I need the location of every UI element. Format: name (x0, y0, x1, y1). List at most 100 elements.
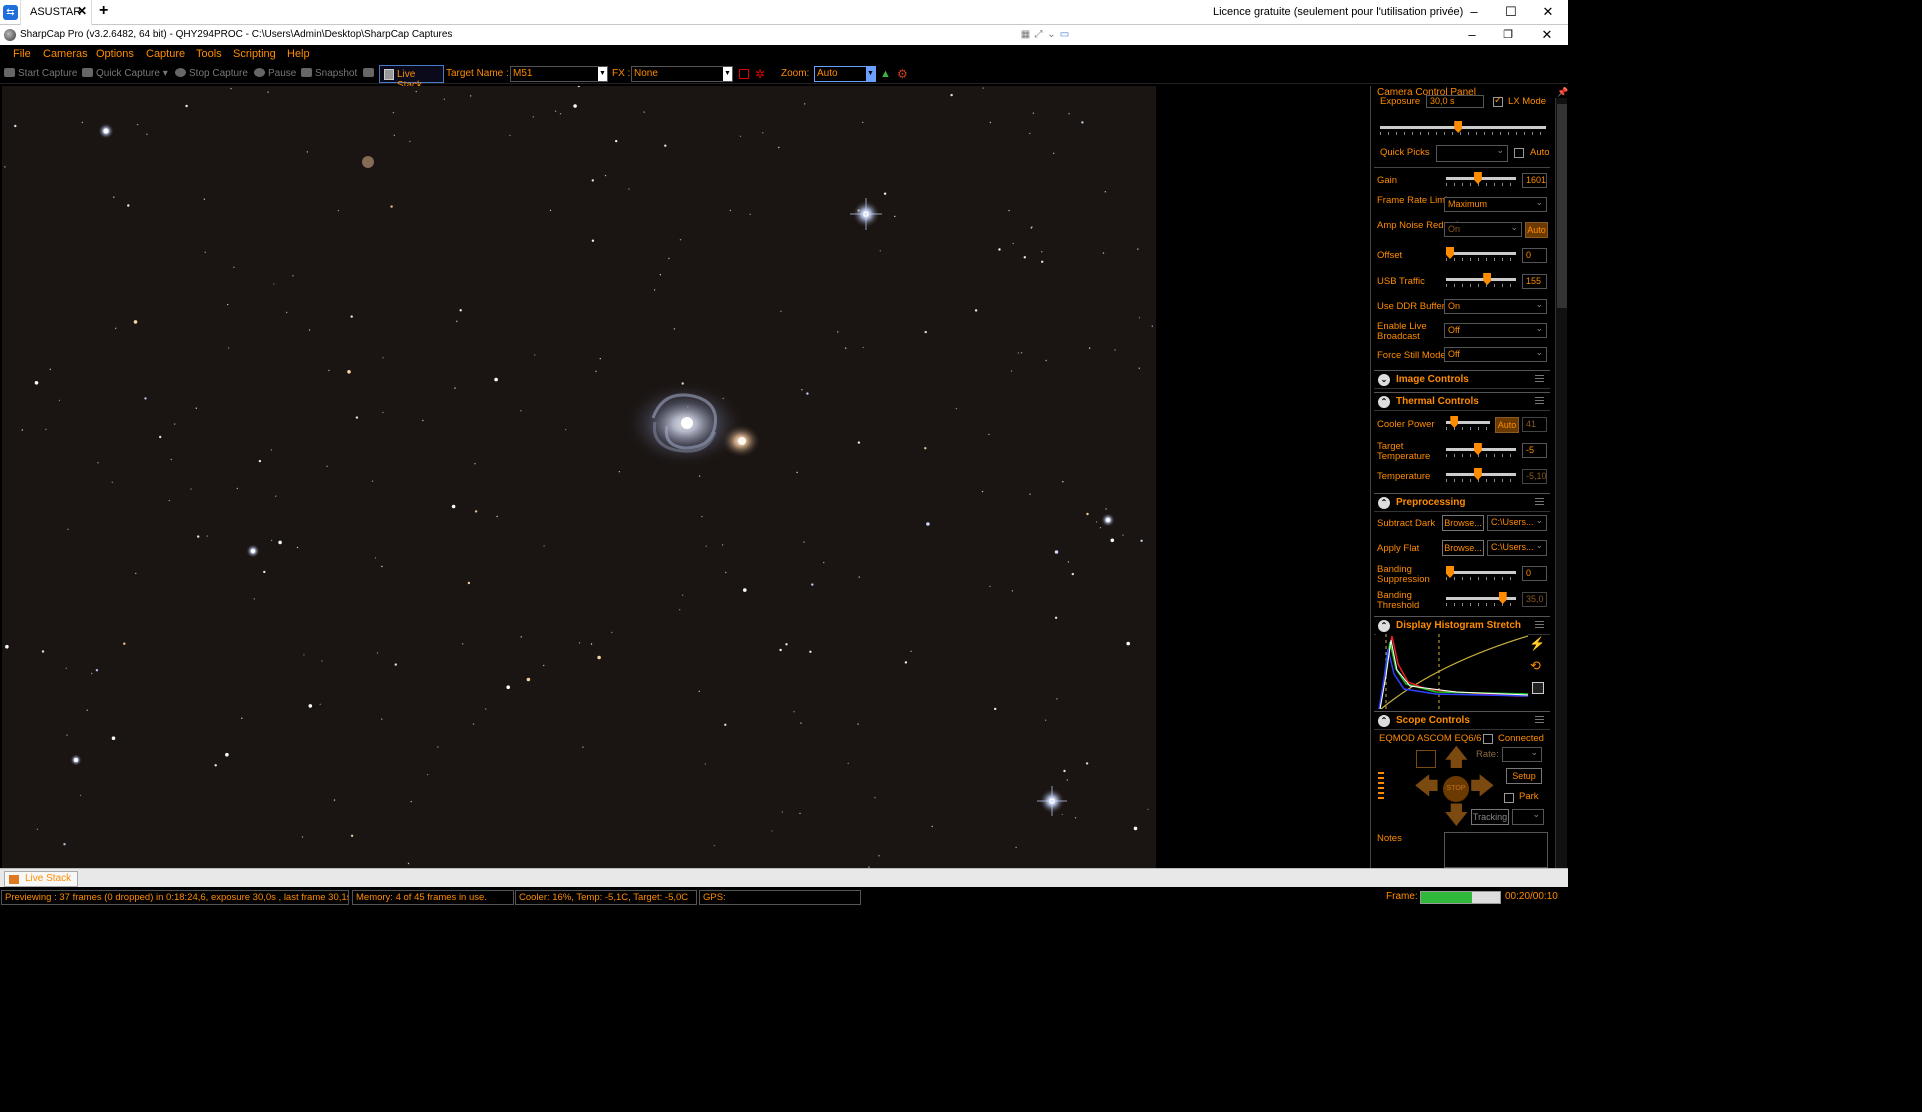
menu-options[interactable]: Options (96, 48, 134, 60)
menu-help[interactable]: Help (287, 48, 310, 60)
chevron-down-icon[interactable]: ▼ (723, 67, 732, 81)
connected-checkbox[interactable] (1483, 734, 1493, 744)
banding-threshold-slider[interactable] (1446, 592, 1516, 606)
exposure-slider[interactable] (1380, 121, 1546, 135)
banding-suppression-value[interactable]: 0 (1522, 566, 1547, 581)
target-name-combo[interactable]: M51 ▼ (510, 66, 608, 82)
park-checkbox[interactable] (1504, 793, 1514, 803)
chevron-up-icon[interactable]: ⌃ (1378, 715, 1390, 727)
menu-icon[interactable] (1535, 498, 1544, 507)
menu-cameras[interactable]: Cameras (43, 48, 88, 60)
live-stack-button[interactable]: Live Stack (379, 65, 444, 91)
quick-picks-select[interactable] (1436, 144, 1508, 162)
scope-controls-header[interactable]: ⌃ Scope Controls (1374, 711, 1550, 730)
panel-scrollbar[interactable] (1555, 98, 1567, 868)
chevron-down-icon[interactable]: ⌄ (1046, 29, 1057, 40)
grid-icon[interactable]: ▦ (1020, 29, 1031, 40)
app-minimize-icon[interactable]: – (1462, 26, 1482, 44)
thermal-controls-header[interactable]: ⌃ Thermal Controls (1374, 392, 1550, 411)
subtract-dark-path[interactable]: C:\Users... (1487, 514, 1547, 531)
crosshair-icon[interactable]: ✲ (755, 67, 765, 81)
chevron-down-icon[interactable]: ⌄ (1378, 374, 1390, 386)
offset-slider[interactable] (1446, 247, 1516, 261)
cooler-power-auto-button[interactable]: Auto (1495, 417, 1519, 433)
tracking-select[interactable] (1512, 808, 1544, 825)
notes-textarea[interactable] (1444, 832, 1548, 868)
ddr-buffer-select[interactable]: On (1444, 298, 1547, 314)
snapshot-button[interactable]: Snapshot (301, 68, 357, 79)
menu-icon[interactable] (1535, 621, 1544, 630)
add-tab-icon[interactable]: + (99, 2, 108, 20)
image-controls-header[interactable]: ⌄ Image Controls (1374, 370, 1550, 389)
reticule-icon[interactable] (739, 69, 749, 79)
app-close-icon[interactable]: ✕ (1537, 26, 1557, 44)
offset-value[interactable]: 0 (1522, 248, 1547, 263)
sky-image[interactable] (2, 86, 1156, 868)
menu-icon[interactable] (1535, 397, 1544, 406)
display-icon[interactable] (363, 68, 377, 79)
cooler-power-slider[interactable] (1446, 416, 1490, 430)
close-icon[interactable]: ✕ (77, 4, 87, 18)
preprocessing-header[interactable]: ⌃ Preprocessing (1374, 493, 1550, 512)
image-viewer[interactable] (2, 86, 1366, 868)
frame-rate-select[interactable]: Maximum (1444, 196, 1547, 212)
north-arrow-icon[interactable]: 🡅 (1444, 746, 1469, 770)
maximize-icon[interactable]: ☐ (1501, 3, 1521, 21)
fx-select[interactable]: None ▼ (631, 66, 733, 82)
apply-flat-path[interactable]: C:\Users... (1487, 539, 1547, 556)
menu-file[interactable]: File (13, 48, 31, 60)
west-arrow-icon[interactable]: 🡄 (1414, 775, 1439, 799)
reset-icon[interactable]: ⟲ (1530, 658, 1541, 674)
stop-capture-button[interactable]: Stop Capture (175, 68, 248, 79)
target-temperature-slider[interactable] (1446, 443, 1516, 457)
scrollbar-thumb[interactable] (1557, 104, 1567, 308)
setup-button[interactable]: Setup (1506, 768, 1542, 784)
histogram-plot[interactable] (1376, 634, 1528, 709)
gain-slider[interactable] (1446, 172, 1516, 186)
zoom-select[interactable]: Auto ▼ (814, 66, 876, 82)
save-icon[interactable] (1532, 682, 1544, 694)
menu-icon[interactable] (1535, 716, 1544, 725)
usb-traffic-value[interactable]: 155 (1522, 274, 1547, 289)
quick-picks-auto-checkbox[interactable] (1514, 148, 1524, 158)
quick-capture-button[interactable]: Quick Capture ▾ (82, 68, 168, 79)
histogram-icon[interactable]: ▲ (880, 68, 891, 80)
menu-icon[interactable] (1535, 375, 1544, 384)
menu-capture[interactable]: Capture (146, 48, 185, 60)
menu-scripting[interactable]: Scripting (233, 48, 276, 60)
live-broadcast-select[interactable]: Off (1444, 322, 1547, 338)
pin-icon[interactable]: 📌 (1557, 87, 1568, 98)
lightning-icon[interactable]: ⚡ (1529, 636, 1545, 652)
chevron-down-icon[interactable]: ▼ (866, 67, 875, 81)
chevron-down-icon[interactable]: ▼ (598, 67, 607, 81)
apply-flat-browse-button[interactable]: Browse... (1442, 540, 1484, 556)
fullscreen-icon[interactable]: ⤢ (1033, 29, 1044, 40)
usb-traffic-slider[interactable] (1446, 273, 1516, 287)
stop-button[interactable]: STOP (1443, 776, 1469, 802)
histogram-header[interactable]: ⌃ Display Histogram Stretch (1374, 616, 1550, 635)
tracking-button[interactable]: Tracking (1471, 809, 1509, 825)
banding-suppression-slider[interactable] (1446, 566, 1516, 580)
lx-mode-checkbox[interactable] (1493, 95, 1503, 107)
chevron-up-icon[interactable]: ⌃ (1378, 497, 1390, 509)
chevron-up-icon[interactable]: ⌃ (1378, 396, 1390, 408)
remote-session-tab[interactable]: ASUSTAR ✕ (20, 0, 92, 25)
east-arrow-icon[interactable]: 🡆 (1470, 775, 1495, 799)
chevron-up-icon[interactable]: ⌃ (1378, 620, 1390, 632)
menu-tools[interactable]: Tools (196, 48, 222, 60)
monitor-icon[interactable]: ▭ (1059, 29, 1070, 40)
gear-icon[interactable]: ⚙ (897, 67, 908, 81)
app-restore-icon[interactable]: ❐ (1498, 26, 1518, 44)
gain-value[interactable]: 1601 (1522, 173, 1547, 188)
scope-square-icon[interactable] (1416, 750, 1436, 768)
subtract-dark-browse-button[interactable]: Browse... (1442, 515, 1484, 531)
close-window-icon[interactable]: ✕ (1538, 3, 1558, 21)
pause-button[interactable]: Pause (254, 68, 296, 79)
south-arrow-icon[interactable]: 🡇 (1444, 804, 1469, 828)
start-capture-button[interactable]: Start Capture (4, 68, 77, 79)
target-temperature-value[interactable]: -5 (1522, 443, 1547, 458)
rate-select[interactable] (1502, 746, 1542, 762)
exposure-value[interactable]: 30,0 s (1426, 95, 1484, 108)
force-still-select[interactable]: Off (1444, 346, 1547, 362)
live-stack-tab[interactable]: Live Stack (4, 871, 79, 887)
